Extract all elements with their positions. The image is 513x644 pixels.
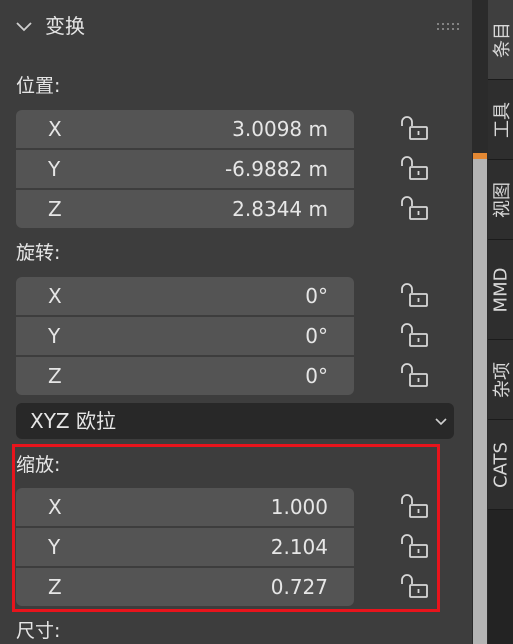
rotation-label: 旋转: bbox=[16, 242, 61, 264]
dimensions-label: 尺寸: bbox=[16, 620, 61, 642]
tab-cats[interactable]: CATS bbox=[488, 420, 513, 510]
field-value: 2.8344 m bbox=[232, 197, 328, 221]
tab-label: 工具 bbox=[491, 101, 513, 138]
unlocked-lock-icon[interactable] bbox=[399, 360, 431, 392]
axis-label: Z bbox=[48, 364, 62, 388]
unlocked-lock-icon[interactable] bbox=[399, 280, 431, 312]
tab-label: 视图 bbox=[491, 181, 513, 218]
rotation-y-field[interactable]: Y 0° bbox=[16, 317, 354, 355]
tab-item[interactable]: 条目 bbox=[488, 0, 513, 80]
unlocked-lock-icon[interactable] bbox=[399, 531, 431, 563]
axis-label: Y bbox=[48, 324, 61, 348]
tab-label: MMD bbox=[490, 267, 511, 312]
tab-label: CATS bbox=[490, 441, 511, 488]
tab-label: 杂项 bbox=[491, 361, 513, 398]
field-value: 0° bbox=[305, 324, 328, 348]
unlocked-lock-icon[interactable] bbox=[399, 193, 431, 225]
unlocked-lock-icon[interactable] bbox=[399, 320, 431, 352]
tab-tool[interactable]: 工具 bbox=[488, 80, 513, 160]
tab-mmd[interactable]: MMD bbox=[488, 240, 513, 340]
axis-label: Y bbox=[48, 157, 61, 181]
chevron-down-icon[interactable] bbox=[14, 17, 34, 37]
axis-label: Z bbox=[48, 197, 62, 221]
panel-header[interactable]: 变换 bbox=[0, 0, 472, 56]
scroll-position-marker bbox=[473, 153, 487, 159]
rotation-mode-dropdown[interactable]: XYZ 欧拉 bbox=[16, 403, 454, 439]
scrollbar-thumb[interactable] bbox=[473, 153, 487, 644]
sidebar-root: 变换 位置: X 3.0098 m Y -6.9882 m Z 2.8344 m… bbox=[0, 0, 513, 644]
unlocked-lock-icon[interactable] bbox=[399, 491, 431, 523]
transform-panel: 变换 位置: X 3.0098 m Y -6.9882 m Z 2.8344 m… bbox=[0, 0, 472, 644]
tab-label: 条目 bbox=[491, 21, 513, 58]
field-value: -6.9882 m bbox=[224, 157, 328, 181]
rotation-x-field[interactable]: X 0° bbox=[16, 277, 354, 315]
location-y-field[interactable]: Y -6.9882 m bbox=[16, 150, 354, 188]
panel-title: 变换 bbox=[45, 14, 85, 38]
chevron-down-icon bbox=[435, 418, 447, 426]
field-value: 3.0098 m bbox=[232, 117, 328, 141]
location-z-field[interactable]: Z 2.8344 m bbox=[16, 190, 354, 228]
unlocked-lock-icon[interactable] bbox=[399, 113, 431, 145]
unlocked-lock-icon[interactable] bbox=[399, 153, 431, 185]
highlight-annotation bbox=[12, 444, 440, 612]
drag-grip-icon[interactable] bbox=[436, 22, 460, 32]
rotation-z-field[interactable]: Z 0° bbox=[16, 357, 354, 395]
location-label: 位置: bbox=[16, 75, 61, 97]
unlocked-lock-icon[interactable] bbox=[399, 571, 431, 603]
field-value: 0° bbox=[305, 284, 328, 308]
location-x-field[interactable]: X 3.0098 m bbox=[16, 110, 354, 148]
tab-misc[interactable]: 杂项 bbox=[488, 340, 513, 420]
field-value: 0° bbox=[305, 364, 328, 388]
rotation-mode-value: XYZ 欧拉 bbox=[30, 409, 116, 433]
axis-label: X bbox=[48, 284, 62, 308]
axis-label: X bbox=[48, 117, 62, 141]
tab-view[interactable]: 视图 bbox=[488, 160, 513, 240]
